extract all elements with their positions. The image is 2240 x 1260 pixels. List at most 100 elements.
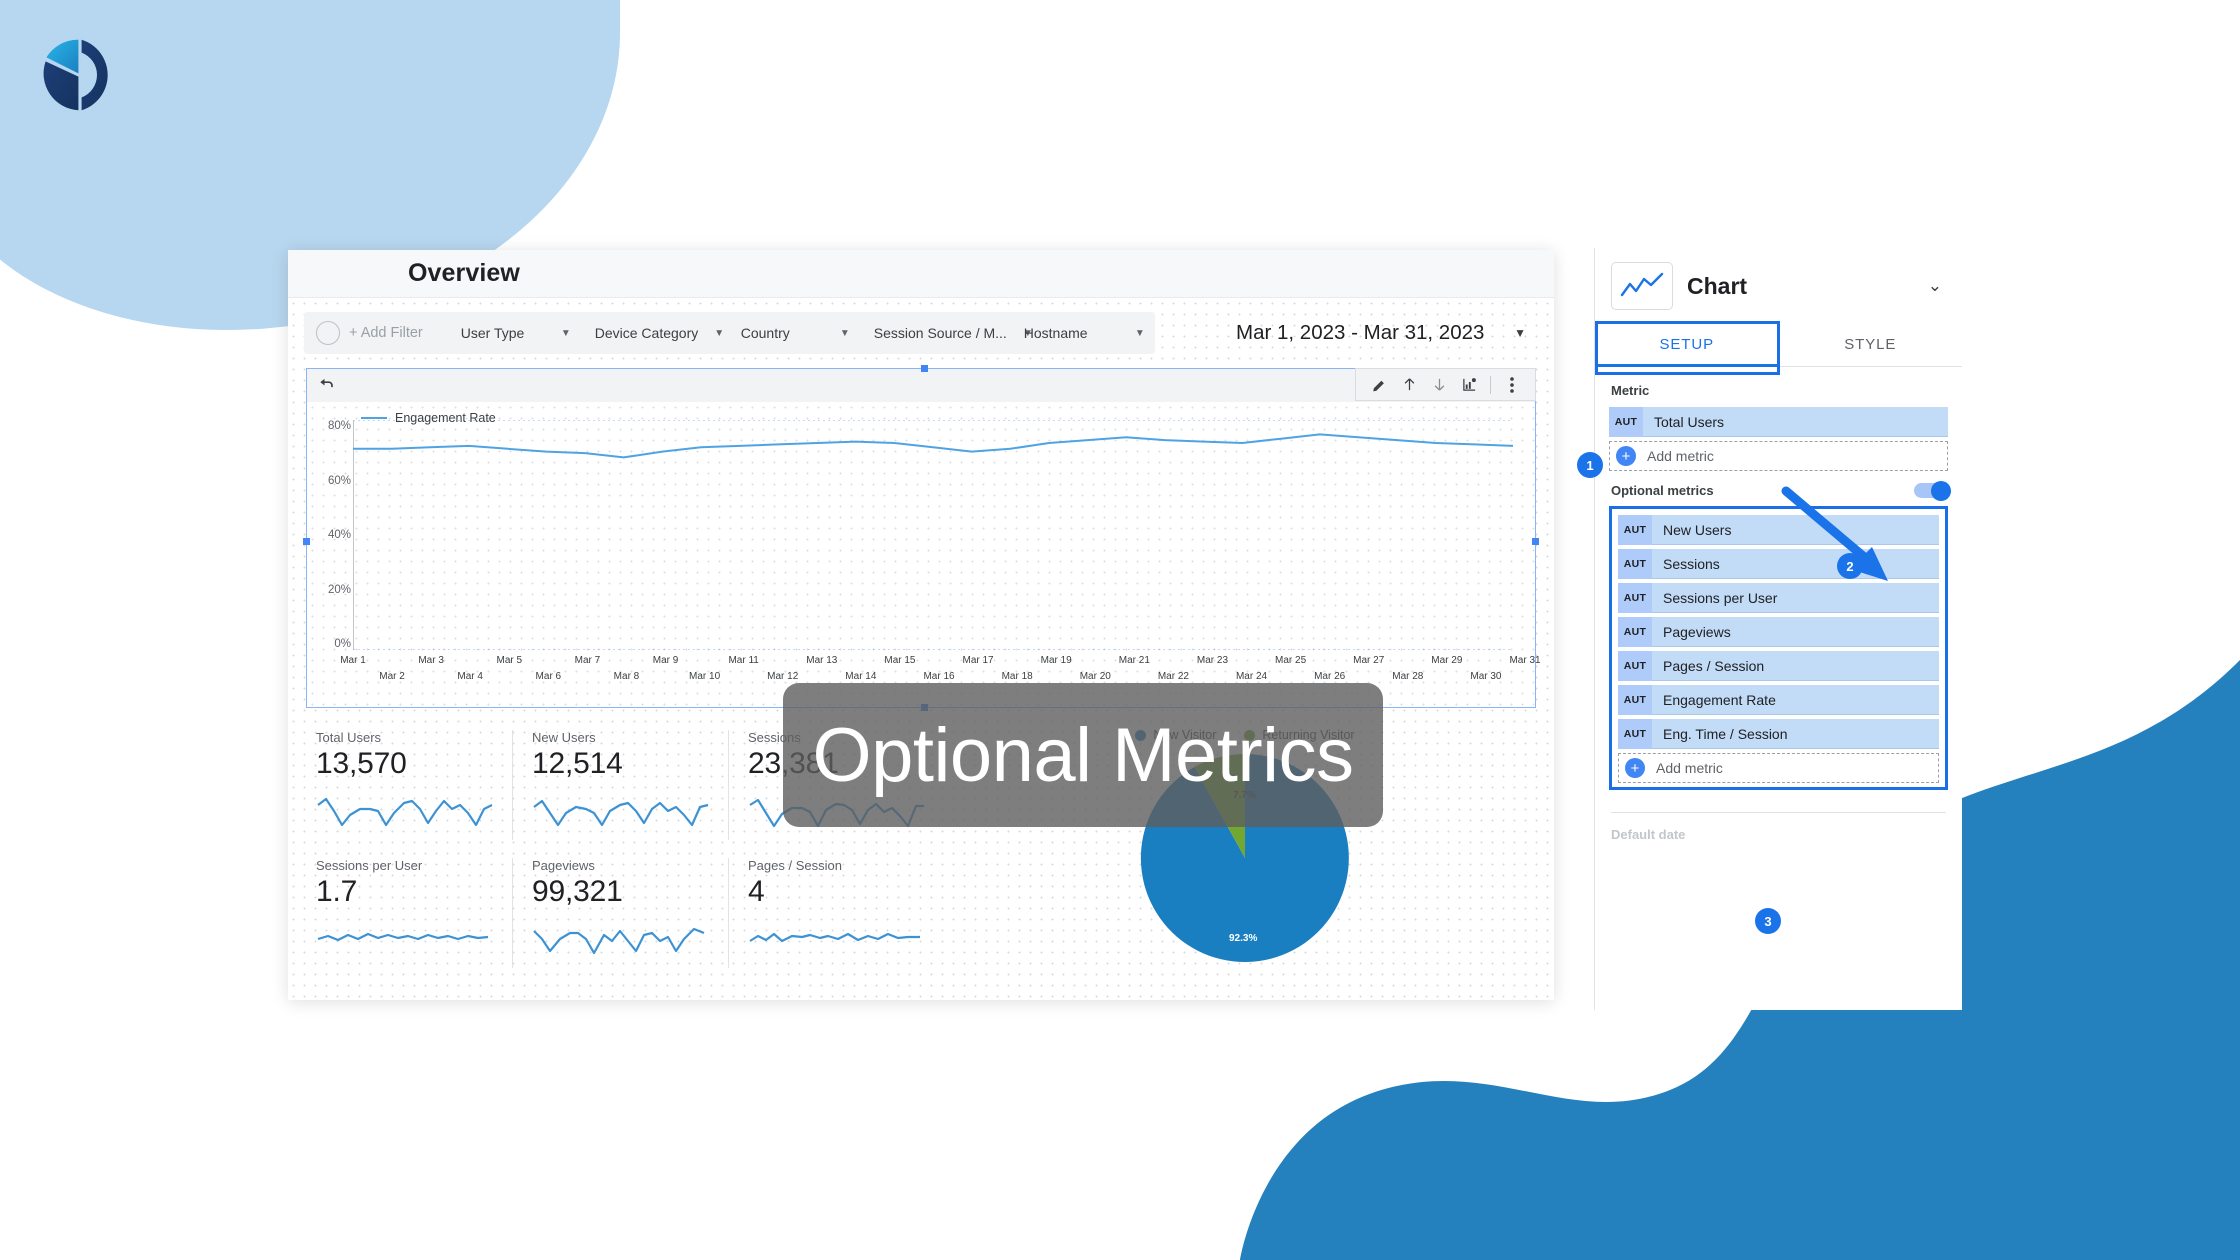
aut-badge: AUT: [1618, 685, 1652, 715]
toolbar-divider: [1490, 375, 1491, 394]
sparkline: [749, 932, 920, 943]
chart-add-icon[interactable]: [1456, 372, 1482, 398]
optional-metric-chip[interactable]: AUT Pageviews: [1618, 617, 1939, 647]
chart-header-bar: [307, 369, 1535, 402]
aut-badge: AUT: [1618, 719, 1652, 749]
x-tick: Mar 28: [1392, 671, 1424, 682]
optional-metrics-toggle[interactable]: [1914, 480, 1951, 501]
tab-style[interactable]: STYLE: [1779, 322, 1963, 366]
line-chart-icon[interactable]: [1611, 262, 1673, 310]
scorecard-value: 13,570: [316, 747, 407, 780]
filter-label: User Type: [460, 325, 525, 341]
x-tick: Mar 30: [1470, 671, 1502, 682]
x-tick: Mar 29: [1431, 655, 1463, 666]
tab-setup[interactable]: SETUP: [1595, 322, 1779, 366]
plus-icon: +: [1616, 446, 1636, 466]
add-filter-button[interactable]: + Add Filter: [304, 312, 447, 354]
scorecard-new-users[interactable]: New Users 12,514: [512, 722, 738, 850]
arrow-down-icon[interactable]: [1426, 372, 1452, 398]
step-badge-1: 1: [1577, 452, 1603, 478]
x-tick: Mar 26: [1314, 671, 1346, 682]
x-tick: Mar 24: [1235, 671, 1268, 682]
date-range-selector[interactable]: Mar 1, 2023 - Mar 31, 2023 ▼: [1228, 321, 1538, 345]
add-optional-metric-button[interactable]: + Add metric: [1618, 753, 1939, 783]
filter-dropdown-device-category[interactable]: Device Category ▼: [581, 312, 727, 354]
chevron-down-icon[interactable]: ⌄: [1928, 276, 1946, 296]
legend-swatch-engagement-rate: [361, 416, 387, 420]
plus-icon: +: [1625, 758, 1645, 778]
scorecard-label: Total Users: [316, 730, 382, 745]
pencil-icon[interactable]: [1366, 372, 1392, 398]
panel-header: Chart ⌄: [1595, 248, 1962, 322]
scorecard-pageviews[interactable]: Pageviews 99,321: [512, 850, 738, 978]
add-metric-button[interactable]: + Add metric: [1609, 441, 1948, 471]
filter-circle-icon: [316, 321, 340, 345]
sparkline: [317, 797, 493, 827]
scorecard-sessions-per-user[interactable]: Sessions per User 1.7: [306, 850, 522, 978]
scorecard-label: Pages / Session: [748, 858, 842, 873]
scorecard-value: 1.7: [316, 875, 358, 908]
scorecard-total-users[interactable]: Total Users 13,570: [306, 722, 522, 850]
sparkline: [533, 799, 709, 827]
x-tick: Mar 4: [457, 671, 483, 682]
x-tick: Mar 6: [535, 671, 562, 682]
filter-dropdown-country[interactable]: Country ▼: [727, 312, 860, 354]
filter-label: Device Category: [594, 325, 699, 341]
filter-dropdown-user-type[interactable]: User Type ▼: [447, 312, 581, 354]
metric-label: Pageviews: [1652, 617, 1939, 647]
panel-tabs: SETUP STYLE: [1595, 321, 1963, 375]
x-tick: Mar 22: [1157, 671, 1189, 682]
chevron-down-icon: ▼: [714, 327, 725, 339]
scorecard-label: New Users: [532, 730, 596, 745]
x-tick: Mar 23: [1196, 655, 1229, 666]
x-tick: Mar 8: [613, 671, 640, 682]
scorecard-label: Pageviews: [532, 858, 595, 873]
y-tick: 80%: [327, 420, 351, 432]
scorecard-pages-per-session[interactable]: Pages / Session 4: [728, 850, 954, 978]
panel-body: Metric AUT Total Users + Add metric Opti…: [1595, 367, 1962, 842]
tab-label: STYLE: [1844, 336, 1897, 353]
x-tick: Mar 31: [1509, 655, 1541, 666]
panel-title: Chart: [1687, 272, 1748, 299]
filter-label: Session Source / M...: [873, 325, 1007, 341]
metric-chip-total-users[interactable]: AUT Total Users: [1609, 407, 1948, 437]
x-tick: Mar 17: [962, 655, 994, 666]
x-tick: Mar 7: [574, 655, 601, 666]
optional-metric-chip[interactable]: AUT Pages / Session: [1618, 651, 1939, 681]
step-badge-3: 3: [1755, 908, 1781, 934]
x-tick: Mar 15: [884, 655, 916, 666]
aut-badge: AUT: [1618, 515, 1652, 545]
x-tick: Mar 5: [496, 655, 523, 666]
add-metric-label: Add metric: [1656, 760, 1723, 776]
x-tick: Mar 11: [728, 655, 759, 666]
scorecard-value: 12,514: [532, 747, 623, 780]
more-vertical-icon[interactable]: [1499, 372, 1525, 398]
x-tick: Mar 13: [806, 655, 838, 666]
filter-dropdown-session-source[interactable]: Session Source / M... ▼: [860, 312, 1033, 354]
metric-label: Total Users: [1643, 407, 1948, 437]
x-tick: Mar 27: [1353, 655, 1385, 666]
chart-toolbar: [1355, 368, 1536, 401]
optional-metric-chip[interactable]: AUT Engagement Rate: [1618, 685, 1939, 715]
x-tick: Mar 21: [1118, 655, 1150, 666]
resize-handle-top[interactable]: [921, 365, 928, 372]
resize-handle-right[interactable]: [1532, 538, 1539, 545]
arrow-up-icon[interactable]: [1396, 372, 1422, 398]
report-canvas: + Add Filter User Type ▼ Device Category…: [288, 298, 1554, 1000]
x-tick: Mar 2: [379, 671, 405, 682]
resize-handle-left[interactable]: [303, 538, 310, 545]
engagement-rate-chart[interactable]: Engagement Rate 80% 60% 40% 20% 0% Mar 1…: [303, 365, 1541, 711]
scorecard-value: 4: [748, 875, 765, 908]
y-tick: 40%: [327, 529, 351, 541]
optional-metric-chip[interactable]: AUT Eng. Time / Session: [1618, 719, 1939, 749]
x-tick: Mar 16: [923, 671, 955, 682]
default-date-label: Default date: [1611, 827, 1686, 842]
x-tick: Mar 25: [1275, 655, 1307, 666]
filter-dropdown-hostname[interactable]: Hostname ▼: [1010, 312, 1155, 354]
annotation-arrow: [1781, 486, 1888, 581]
undo-icon[interactable]: [317, 373, 337, 393]
aut-badge: AUT: [1618, 617, 1652, 647]
aut-badge: AUT: [1609, 407, 1643, 437]
filter-label: Hostname: [1023, 325, 1088, 341]
engagement-rate-line: [353, 420, 1513, 650]
